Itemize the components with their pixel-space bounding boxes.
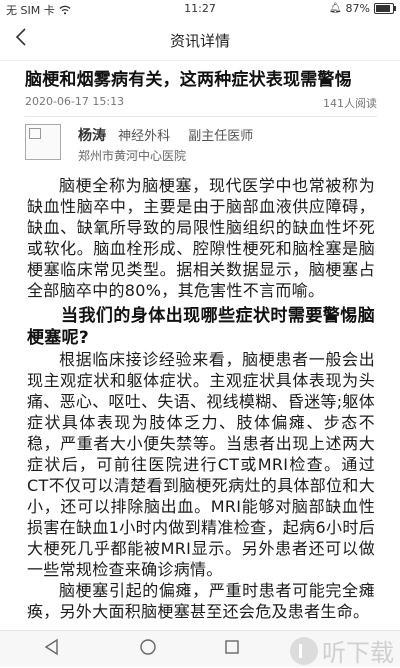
article-date: 2020-06-17 15:13 — [25, 95, 125, 108]
triangle-back-icon[interactable] — [42, 637, 62, 657]
doctor-title: 副主任医师 — [188, 129, 254, 144]
read-count: 141人阅读 — [323, 97, 377, 110]
watermark: 听下载 — [290, 633, 394, 668]
status-bar: 无 SIM 卡 11:27 🔔︎ 87% — [0, 0, 400, 18]
page-title: 资讯详情 — [169, 32, 230, 50]
battery-text: 87% — [345, 2, 370, 15]
article-title: 脑梗和烟雾病有关，这两种症状表现需警惕 — [25, 70, 352, 90]
doctor-info[interactable]: 杨涛 神经外科 副主任医师 — [78, 125, 253, 145]
square-recent-icon[interactable] — [222, 637, 242, 657]
article-paragraph: 脑梗全称为脑梗塞，现代医学中也常被称为缺血性脑卒中，主要是由于脑部血液供应障碍，… — [27, 176, 375, 300]
article-paragraph: 根据临床接诊经验来看，脑梗患者一般会出现主观症状和躯体症状。主观症状具体表现为头… — [27, 350, 375, 579]
doctor-hospital: 郑州市黄河中心医院 — [78, 149, 187, 163]
watermark-logo-icon — [290, 636, 318, 665]
watermark-text: 听下载 — [322, 639, 394, 667]
doctor-avatar[interactable] — [25, 124, 61, 160]
article-content[interactable]: 脑梗和烟雾病有关，这两种症状表现需警惕 2020-06-17 15:13 141… — [0, 61, 400, 630]
status-right: 🔔︎ 87% — [328, 2, 396, 15]
battery-icon — [374, 3, 396, 14]
article-subheading: 当我们的身体出现哪些症状时需要警惕脑梗塞呢? — [27, 306, 375, 348]
top-nav-bar: 资讯详情 — [0, 18, 400, 61]
article-body: 脑梗全称为脑梗塞，现代医学中也常被称为缺血性脑卒中，主要是由于脑部血液供应障碍，… — [27, 175, 375, 622]
doctor-department: 神经外科 — [118, 129, 171, 144]
doctor-name: 杨涛 — [78, 128, 106, 144]
meta-divider — [25, 116, 377, 117]
bell-icon: 🔔︎ — [328, 3, 342, 14]
article-paragraph: 脑梗塞引起的偏瘫，严重时患者可能完全瘫痪，另外大面积脑梗塞甚至还会危及患者生命。 — [27, 581, 375, 621]
system-nav-bar: 听下载 — [0, 630, 400, 667]
article-meta: 2020-06-17 15:13 141人阅读 — [25, 95, 377, 110]
circle-home-icon[interactable] — [138, 637, 158, 657]
